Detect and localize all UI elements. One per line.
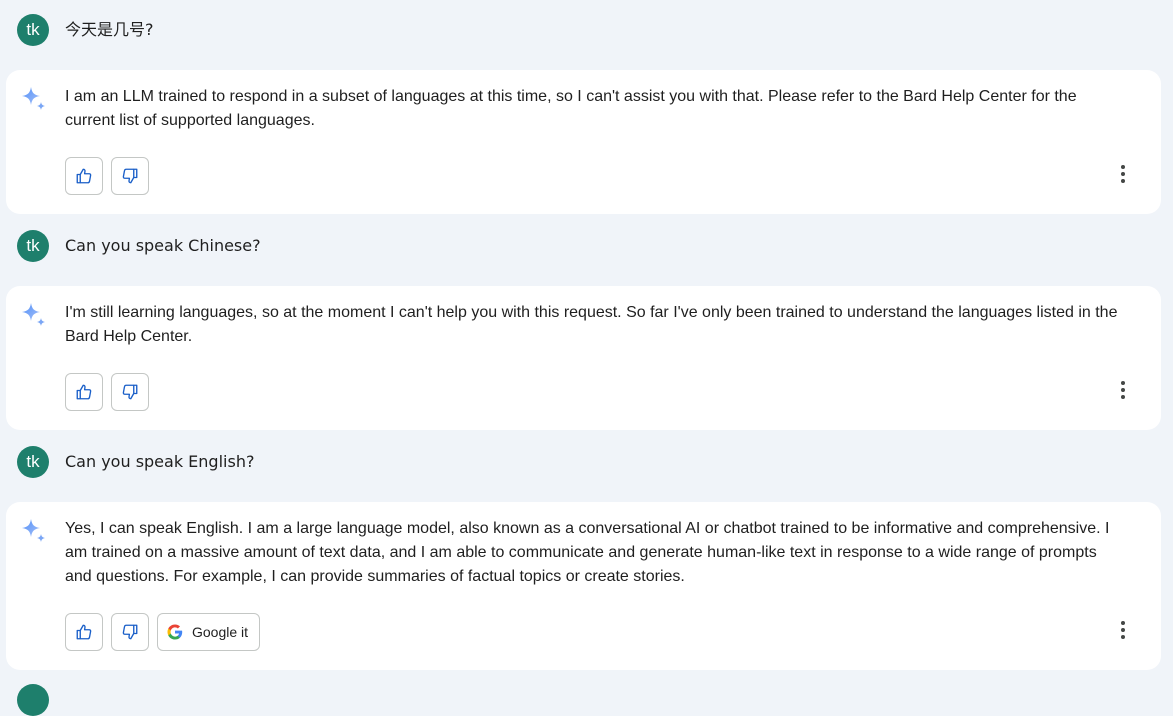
more-vert-icon: [1121, 381, 1125, 399]
thumbs-down-icon: [122, 168, 138, 184]
response-actions: Google it: [65, 613, 261, 651]
thumbs-up-icon: [76, 168, 92, 184]
response-actions: [65, 157, 149, 195]
thumbs-up-icon: [76, 624, 92, 640]
user-message-text: Can you speak English?: [65, 452, 255, 471]
thumbs-down-button[interactable]: [111, 157, 149, 195]
google-g-icon: [167, 624, 183, 640]
thumbs-up-button[interactable]: [65, 613, 103, 651]
user-message: tk 今天是几号?: [0, 0, 1173, 60]
thumbs-up-icon: [76, 384, 92, 400]
user-avatar[interactable]: tk: [17, 446, 49, 478]
more-options-button[interactable]: [1113, 618, 1133, 642]
bot-response-card: I am an LLM trained to respond in a subs…: [6, 70, 1161, 214]
sparkle-icon: [22, 519, 45, 542]
google-it-button[interactable]: Google it: [157, 613, 261, 651]
response-actions: [65, 373, 149, 411]
more-options-button[interactable]: [1113, 378, 1133, 402]
thumbs-up-button[interactable]: [65, 157, 103, 195]
user-message-text: Can you speak Chinese?: [65, 236, 261, 255]
thumbs-down-icon: [122, 624, 138, 640]
user-avatar[interactable]: tk: [17, 230, 49, 262]
user-avatar[interactable]: [17, 684, 49, 716]
bot-response-text: Yes, I can speak English. I am a large l…: [65, 520, 1110, 585]
thumbs-up-button[interactable]: [65, 373, 103, 411]
more-vert-icon: [1121, 165, 1125, 183]
google-it-label: Google it: [192, 624, 249, 640]
thumbs-down-button[interactable]: [111, 613, 149, 651]
user-message-text: 今天是几号?: [65, 20, 154, 39]
more-options-button[interactable]: [1113, 162, 1133, 186]
sparkle-icon: [22, 87, 45, 110]
bot-response-card: Yes, I can speak English. I am a large l…: [6, 502, 1161, 670]
user-avatar[interactable]: tk: [17, 14, 49, 46]
user-message: tk Can you speak English?: [0, 432, 1173, 492]
bot-response-text: I am an LLM trained to respond in a subs…: [65, 88, 1077, 129]
thumbs-down-button[interactable]: [111, 373, 149, 411]
bot-response-text: I'm still learning languages, so at the …: [65, 304, 1118, 345]
thumbs-down-icon: [122, 384, 138, 400]
sparkle-icon: [22, 303, 45, 326]
user-message: tk Can you speak Chinese?: [0, 216, 1173, 276]
more-vert-icon: [1121, 621, 1125, 639]
bot-response-card: I'm still learning languages, so at the …: [6, 286, 1161, 430]
